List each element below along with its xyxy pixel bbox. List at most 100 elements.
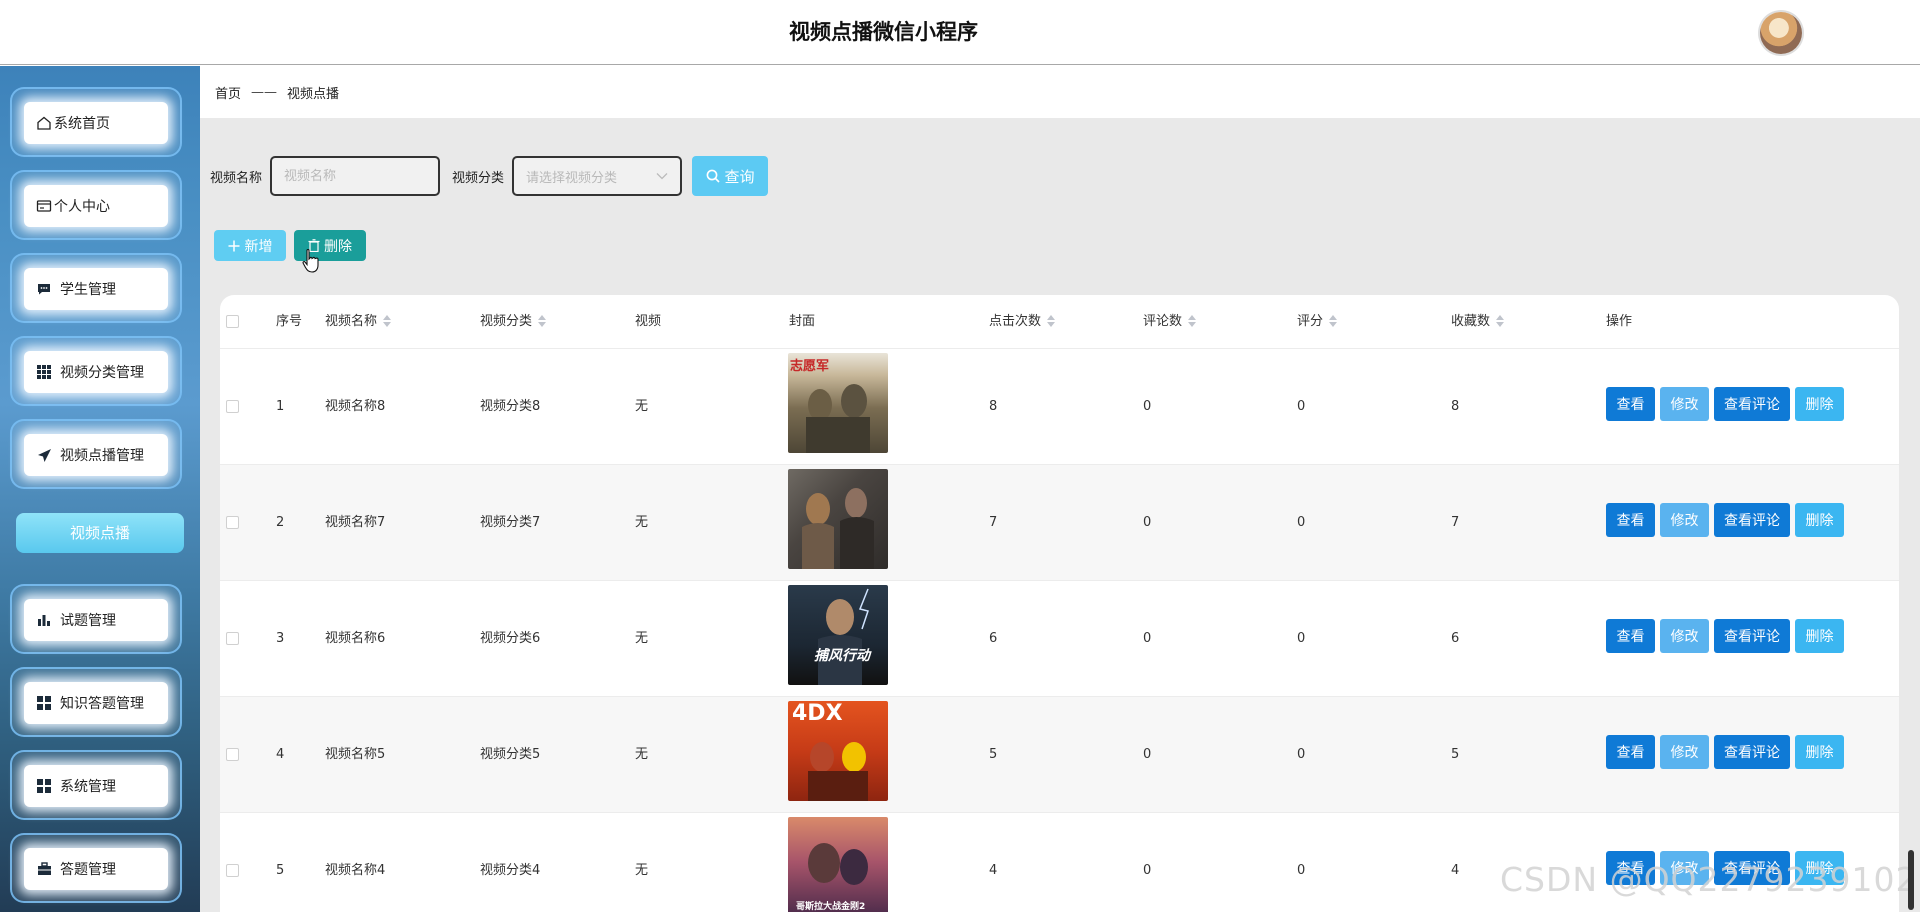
- row-video: 无: [635, 515, 649, 530]
- column-header-comments[interactable]: 评论数: [1143, 295, 1197, 348]
- row-favorites: 7: [1451, 515, 1460, 530]
- video-table: 序号 视频名称 视频分类 视频 封面 点击次数 评论数 评分 收藏数 操作 1 …: [220, 295, 1899, 912]
- row-operations: 查看 修改 查看评论 删除: [1606, 619, 1844, 653]
- cover-image[interactable]: 哥斯拉大战金刚2: [788, 817, 888, 912]
- edit-button[interactable]: 修改: [1660, 503, 1709, 537]
- column-header-score[interactable]: 评分: [1297, 295, 1338, 348]
- view-comments-button[interactable]: 查看评论: [1714, 735, 1790, 769]
- sidebar-item-profile-button[interactable]: 个人中心: [24, 185, 168, 227]
- column-header-name[interactable]: 视频名称: [325, 295, 392, 348]
- sidebar-item-video-vod-button[interactable]: 视频点播管理: [24, 434, 168, 476]
- sidebar-item-video-category-button[interactable]: 视频分类管理: [24, 351, 168, 393]
- view-comments-button[interactable]: 查看评论: [1714, 503, 1790, 537]
- row-score: 0: [1297, 515, 1306, 530]
- breadcrumb-home[interactable]: 首页: [215, 83, 241, 102]
- row-favorites: 5: [1451, 747, 1460, 762]
- submenu-item-video-vod[interactable]: 视频点播: [16, 513, 184, 553]
- row-category: 视频分类5: [480, 747, 541, 762]
- sort-icon: [1188, 314, 1197, 327]
- cover-figures: [818, 588, 869, 685]
- row-category: 视频分类6: [480, 631, 541, 646]
- row-video: 无: [635, 399, 649, 414]
- column-header-score-label: 评分: [1297, 314, 1324, 329]
- view-button[interactable]: 查看: [1606, 619, 1655, 653]
- cover-image[interactable]: 捕风行动: [788, 585, 888, 685]
- row-clicks: 6: [989, 631, 998, 646]
- row-video: 无: [635, 863, 649, 878]
- sidebar-item-video-category[interactable]: 视频分类管理: [10, 336, 182, 406]
- sidebar-item-system-button[interactable]: 系统管理: [24, 765, 168, 807]
- row-operations: 查看 修改 查看评论 删除: [1606, 503, 1844, 537]
- delete-button[interactable]: 删除: [1795, 619, 1844, 653]
- sidebar-item-profile[interactable]: 个人中心: [10, 170, 182, 240]
- view-comments-button[interactable]: 查看评论: [1714, 387, 1790, 421]
- column-header-name-label: 视频名称: [325, 314, 378, 329]
- cover-image[interactable]: 志愿军: [788, 353, 888, 453]
- row-clicks: 8: [989, 399, 998, 414]
- breadcrumb-separator: ——: [251, 84, 278, 100]
- table-row: 4 视频名称5 视频分类5 无 4DX 5 0 0 5 查看 修改 查看评论 删…: [220, 696, 1899, 812]
- row-operations: 查看 修改 查看评论 删除: [1606, 387, 1844, 421]
- row-name: 视频名称8: [325, 399, 386, 414]
- row-name: 视频名称7: [325, 515, 386, 530]
- column-header-category[interactable]: 视频分类: [480, 295, 547, 348]
- sidebar-item-quiz[interactable]: 知识答题管理: [10, 667, 182, 737]
- chat-icon: [34, 282, 54, 296]
- delete-button[interactable]: 删除: [1795, 735, 1844, 769]
- delete-button[interactable]: 删除: [1795, 503, 1844, 537]
- add-button[interactable]: 新增: [214, 230, 286, 261]
- sidebar-item-answers[interactable]: 答题管理: [10, 833, 182, 903]
- table-row: 2 视频名称7 视频分类7 无 7 0 0 7 查看 修改 查看评论 删除: [220, 464, 1899, 580]
- cover-figures: [808, 742, 868, 801]
- column-header-favorites[interactable]: 收藏数: [1451, 295, 1505, 348]
- cover-image[interactable]: [788, 469, 888, 569]
- view-button[interactable]: 查看: [1606, 503, 1655, 537]
- select-all-checkbox[interactable]: [226, 315, 239, 328]
- sidebar-item-label: 知识答题管理: [60, 696, 144, 712]
- column-header-clicks-label: 点击次数: [989, 314, 1042, 329]
- row-checkbox[interactable]: [226, 864, 239, 877]
- edit-button[interactable]: 修改: [1660, 735, 1709, 769]
- row-checkbox[interactable]: [226, 400, 239, 413]
- row-index: 3: [276, 631, 285, 646]
- table-header: 序号 视频名称 视频分类 视频 封面 点击次数 评论数 评分 收藏数 操作: [220, 295, 1899, 348]
- sort-icon: [538, 314, 547, 327]
- sidebar-item-quiz-button[interactable]: 知识答题管理: [24, 682, 168, 724]
- sidebar-item-home[interactable]: 系统首页: [10, 87, 182, 157]
- row-name: 视频名称5: [325, 747, 386, 762]
- edit-button[interactable]: 修改: [1660, 619, 1709, 653]
- user-avatar-icon[interactable]: [1760, 12, 1802, 54]
- column-header-operations: 操作: [1606, 314, 1633, 329]
- video-name-input[interactable]: [270, 156, 441, 196]
- delete-button[interactable]: 删除: [1795, 387, 1844, 421]
- sidebar-item-video-vod[interactable]: 视频点播管理: [10, 419, 182, 489]
- sidebar-item-questions-button[interactable]: 试题管理: [24, 599, 168, 641]
- sidebar-item-questions[interactable]: 试题管理: [10, 584, 182, 654]
- row-checkbox[interactable]: [226, 516, 239, 529]
- cover-image[interactable]: 4DX: [788, 701, 888, 801]
- cover-figures: [806, 384, 870, 453]
- sidebar-item-system[interactable]: 系统管理: [10, 750, 182, 820]
- view-comments-button[interactable]: 查看评论: [1714, 619, 1790, 653]
- row-checkbox[interactable]: [226, 748, 239, 761]
- sidebar-item-home-button[interactable]: 系统首页: [24, 102, 168, 144]
- edit-button[interactable]: 修改: [1660, 387, 1709, 421]
- action-toolbar: 新增 删除: [214, 230, 366, 261]
- home-icon: [34, 115, 54, 131]
- sidebar-item-students[interactable]: 学生管理: [10, 253, 182, 323]
- row-comments: 0: [1143, 399, 1152, 414]
- scrollbar-thumb[interactable]: [1908, 850, 1914, 910]
- sidebar-item-label: 答题管理: [60, 862, 116, 878]
- row-name: 视频名称4: [325, 863, 386, 878]
- sidebar-item-students-button[interactable]: 学生管理: [24, 268, 168, 310]
- sidebar-item-label: 个人中心: [54, 199, 110, 215]
- row-favorites: 6: [1451, 631, 1460, 646]
- query-button[interactable]: 查询: [692, 156, 769, 196]
- view-button[interactable]: 查看: [1606, 387, 1655, 421]
- briefcase-icon: [34, 862, 54, 876]
- video-category-select[interactable]: 请选择视频分类: [512, 156, 683, 196]
- row-checkbox[interactable]: [226, 632, 239, 645]
- column-header-clicks[interactable]: 点击次数: [989, 295, 1056, 348]
- view-button[interactable]: 查看: [1606, 735, 1655, 769]
- sidebar-item-answers-button[interactable]: 答题管理: [24, 848, 168, 890]
